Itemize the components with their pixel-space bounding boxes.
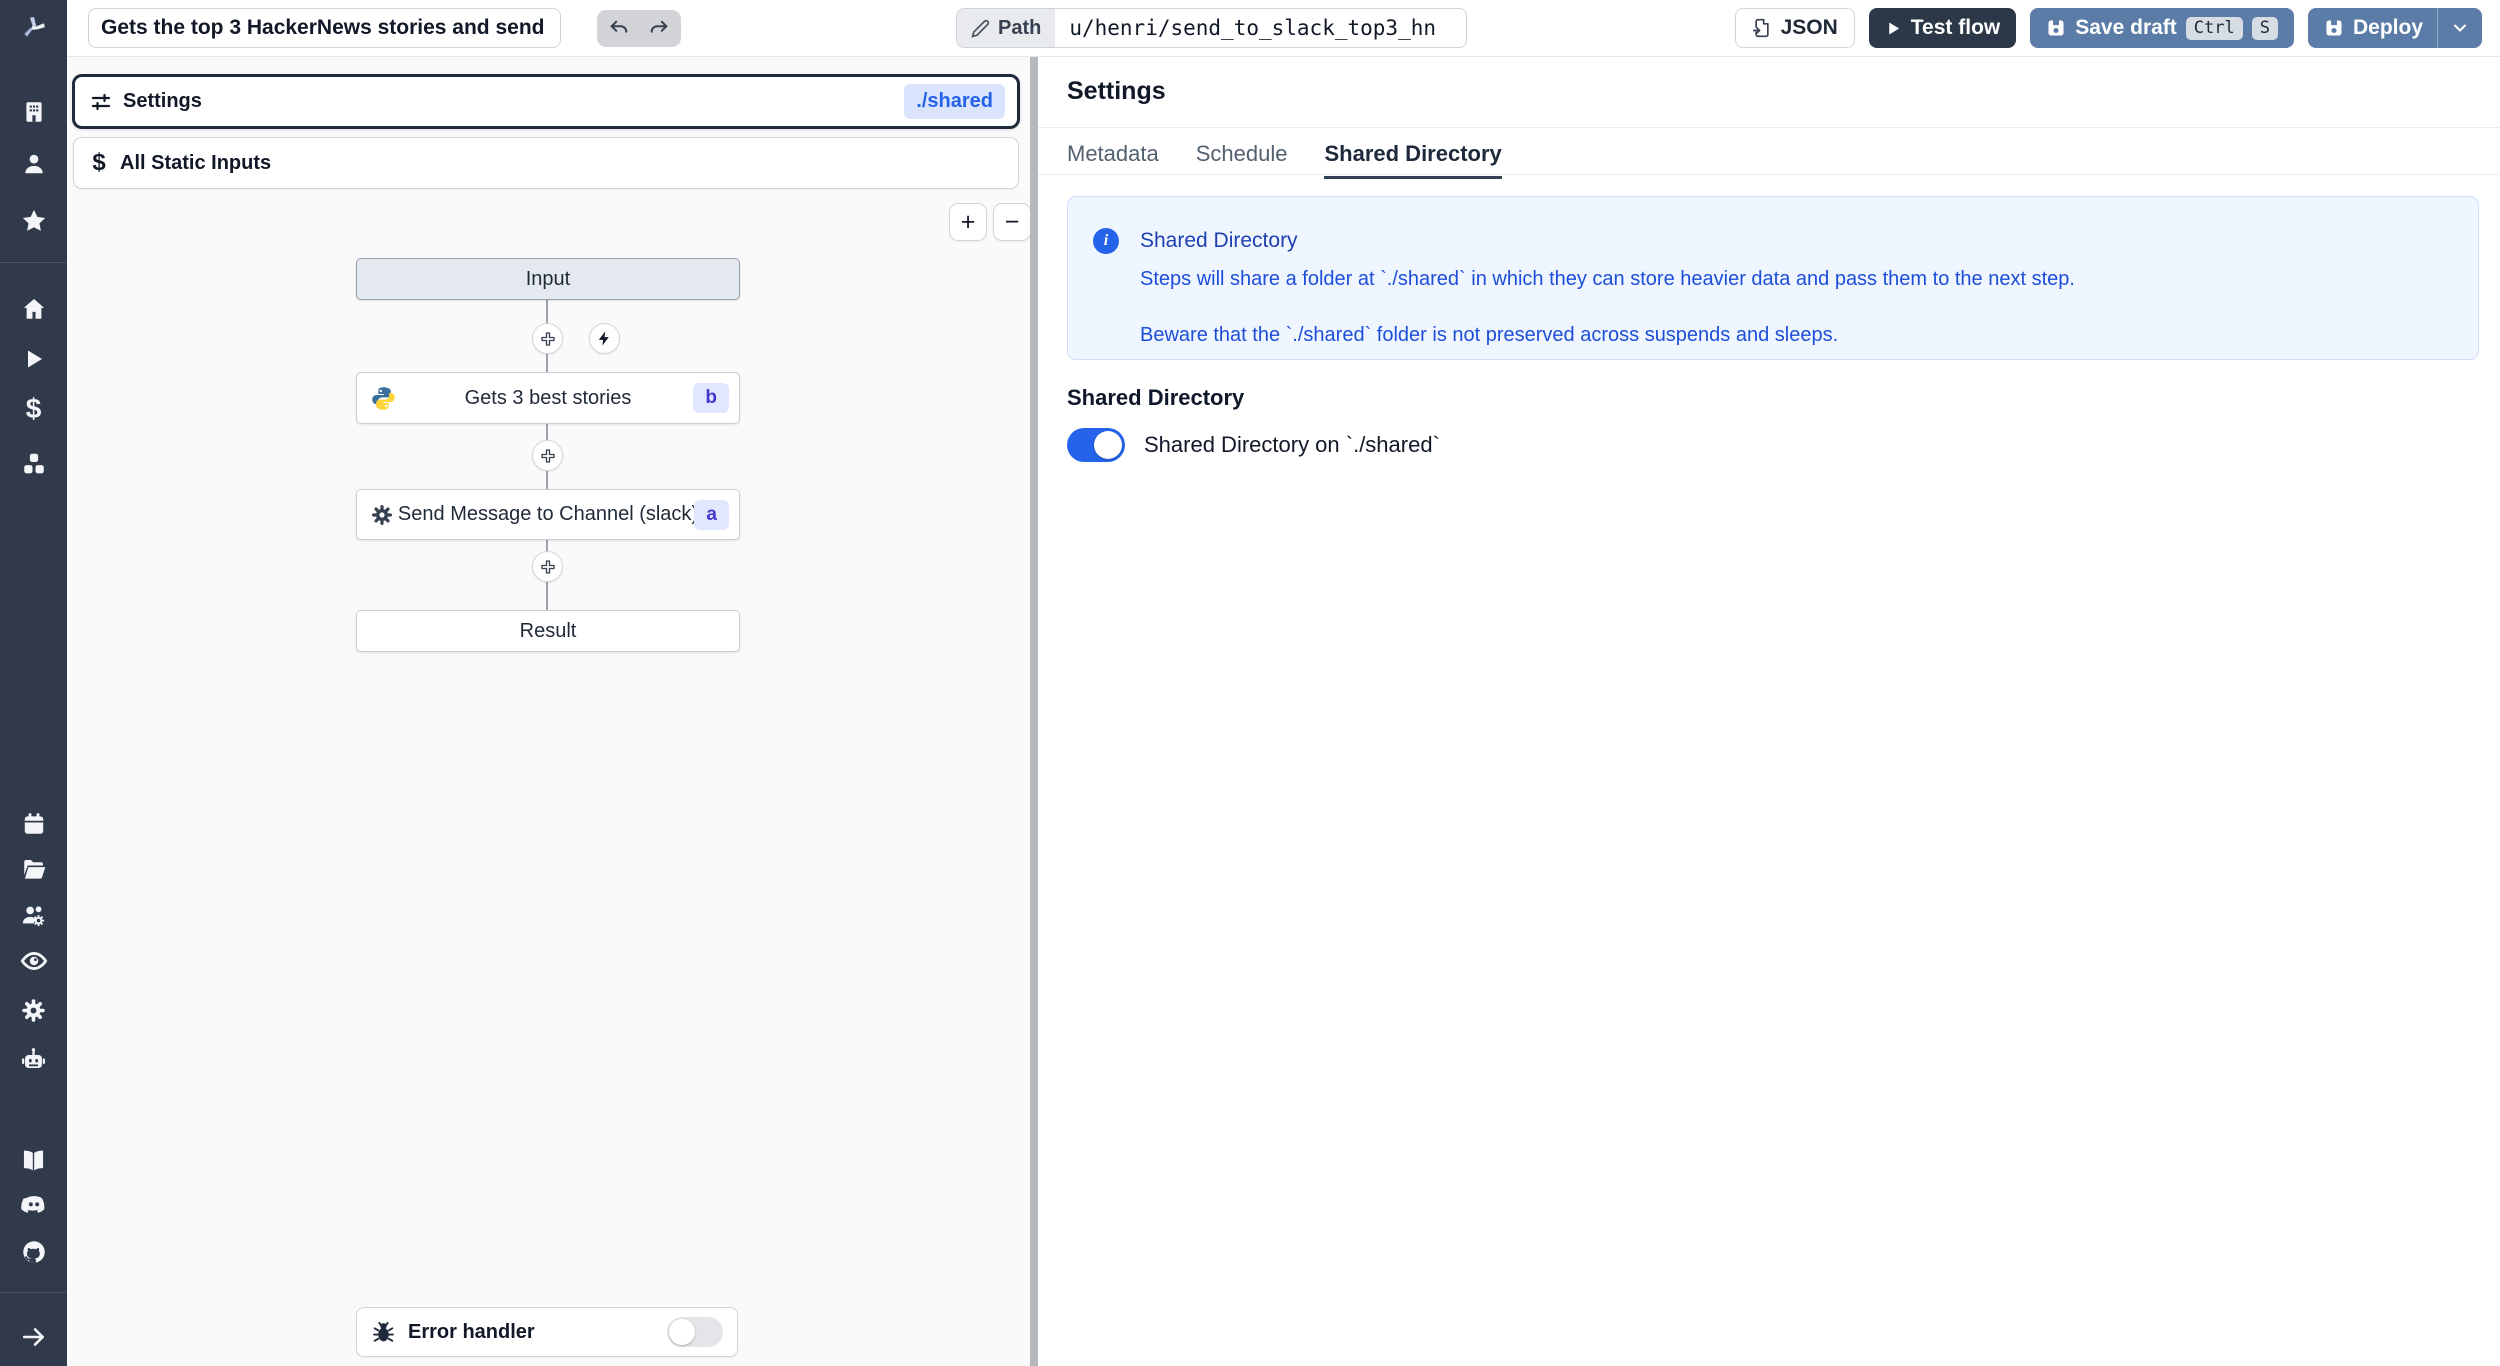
node-step-a-label: Send Message to Channel (slack): [397, 503, 699, 525]
file-output-icon: [1752, 18, 1769, 38]
groups-icon[interactable]: [0, 900, 67, 930]
kbd-ctrl: Ctrl: [2185, 16, 2243, 40]
settings-panel-title: Settings: [1067, 77, 1166, 105]
zoom-in-button[interactable]: +: [949, 203, 987, 241]
undo-button[interactable]: [602, 12, 636, 45]
save-icon: [2048, 20, 2064, 36]
workers-robot-icon[interactable]: [0, 1044, 67, 1074]
node-result[interactable]: Result: [356, 610, 740, 652]
zap-icon: [598, 331, 609, 346]
deploy-button[interactable]: Deploy: [2308, 8, 2437, 48]
undo-redo-group: [597, 10, 681, 47]
json-button[interactable]: JSON: [1734, 8, 1855, 48]
sidebar-divider: [0, 262, 67, 263]
flow-editor-panel: Settings ./shared $ All Static Inputs + …: [67, 57, 1031, 1366]
add-step-button[interactable]: [532, 551, 563, 582]
add-trigger-button[interactable]: [589, 323, 620, 354]
node-step-b[interactable]: Gets 3 best stories b: [356, 372, 740, 424]
python-icon: [370, 385, 397, 412]
resources-cubes-icon[interactable]: [0, 449, 67, 479]
deploy-more-button[interactable]: [2437, 8, 2482, 48]
chevron-down-icon: [2454, 24, 2466, 32]
gear-icon: [370, 503, 394, 527]
divider-line: [1038, 127, 2500, 128]
github-icon[interactable]: [0, 1237, 67, 1267]
settings-gear-icon[interactable]: [0, 995, 67, 1025]
flow-settings-box[interactable]: Settings ./shared: [72, 74, 1020, 129]
shared-directory-section-title: Shared Directory: [1067, 385, 1245, 410]
shared-directory-badge: ./shared: [904, 84, 1005, 119]
plus-icon: [540, 559, 555, 574]
kbd-s: S: [2251, 16, 2278, 40]
workspace-building-icon[interactable]: [0, 97, 67, 127]
info-box-title: Shared Directory: [1140, 229, 1298, 252]
play-icon: [1889, 21, 1899, 35]
favorites-star-icon[interactable]: [0, 206, 67, 236]
plus-icon: [540, 448, 555, 463]
shared-directory-toggle-row: Shared Directory on `./shared`: [1067, 428, 1440, 462]
settings-box-label: Settings: [123, 90, 202, 112]
node-step-a[interactable]: Send Message to Channel (slack) a: [356, 489, 740, 540]
error-handler-box[interactable]: Error handler: [356, 1307, 738, 1357]
path-field-group: Path: [956, 8, 1468, 48]
sliders-icon: [91, 93, 111, 110]
step-id-badge: b: [693, 383, 729, 413]
pencil-icon: [971, 19, 990, 38]
divider-line: [1038, 174, 2500, 175]
docs-book-icon[interactable]: [0, 1145, 67, 1175]
discord-icon[interactable]: [0, 1190, 67, 1220]
dollar-icon: $: [92, 149, 106, 176]
topbar-actions: JSON Test flow Save draft Ctrl S Deploy: [1734, 8, 2482, 48]
static-inputs-label: All Static Inputs: [120, 151, 272, 174]
bug-icon: [373, 1321, 394, 1342]
zoom-out-button[interactable]: −: [993, 203, 1031, 241]
error-handler-label: Error handler: [408, 1320, 535, 1343]
windmill-logo[interactable]: [0, 13, 67, 43]
user-icon[interactable]: [0, 149, 67, 179]
step-id-badge: a: [694, 499, 729, 530]
topbar: Path JSON Test flow Save draft Ctrl S De…: [67, 0, 2500, 57]
path-input[interactable]: [1055, 9, 1467, 47]
error-handler-toggle[interactable]: [667, 1317, 723, 1347]
shared-directory-toggle-label: Shared Directory on `./shared`: [1144, 432, 1440, 457]
save-draft-button[interactable]: Save draft Ctrl S: [2030, 8, 2294, 48]
redo-button[interactable]: [642, 12, 676, 45]
info-box-line2: Beware that the `./shared` folder is not…: [1140, 324, 1839, 346]
deploy-button-group: Deploy: [2307, 8, 2482, 48]
expand-arrow-icon[interactable]: [0, 1322, 67, 1352]
node-input-label: Input: [525, 267, 571, 290]
node-result-label: Result: [519, 619, 577, 642]
folders-icon[interactable]: [0, 854, 67, 884]
audit-eye-icon[interactable]: [0, 946, 67, 976]
node-input[interactable]: Input: [356, 258, 740, 300]
panel-resize-handle[interactable]: [1030, 57, 1038, 1366]
settings-panel: Settings Metadata Schedule Shared Direct…: [1038, 57, 2500, 1366]
variables-dollar-icon[interactable]: $: [0, 394, 67, 424]
all-static-inputs-box[interactable]: $ All Static Inputs: [73, 137, 1019, 189]
info-icon: i: [1093, 228, 1119, 254]
add-step-button[interactable]: [532, 323, 563, 354]
runs-play-icon[interactable]: [0, 344, 67, 374]
path-label[interactable]: Path: [957, 9, 1056, 47]
plus-icon: [540, 331, 555, 346]
node-step-b-label: Gets 3 best stories: [464, 386, 632, 409]
flow-title-input[interactable]: [88, 8, 561, 48]
schedules-calendar-icon[interactable]: [0, 809, 67, 839]
sidebar-divider: [0, 1292, 67, 1293]
shared-directory-toggle[interactable]: [1067, 428, 1125, 462]
shared-directory-info-box: i Shared Directory Steps will share a fo…: [1067, 196, 2479, 360]
save-icon: [2326, 20, 2342, 36]
info-box-line1: Steps will share a folder at `./shared` …: [1140, 268, 2075, 290]
sidebar: $: [0, 0, 67, 1366]
add-step-button[interactable]: [532, 440, 563, 471]
test-flow-button[interactable]: Test flow: [1868, 8, 2017, 48]
home-icon[interactable]: [0, 294, 67, 324]
